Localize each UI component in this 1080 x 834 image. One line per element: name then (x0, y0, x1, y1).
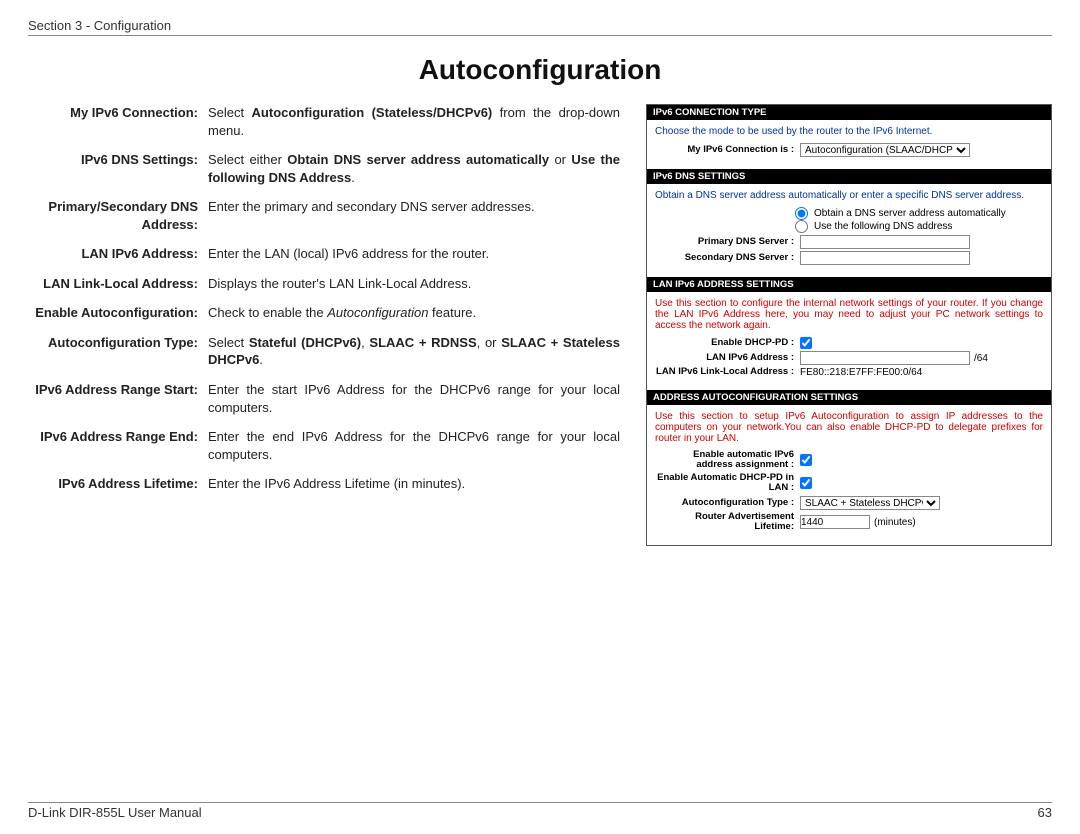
auto-type-select[interactable]: SLAAC + Stateless DHCPv6 (800, 496, 940, 510)
primary-dns-row: Primary DNS Server : (655, 235, 1043, 249)
def-row: LAN Link-Local Address:Displays the rout… (28, 275, 620, 293)
panel-body-dns: Obtain a DNS server address automaticall… (647, 184, 1051, 277)
lan-blurb: Use this section to configure the intern… (655, 298, 1043, 331)
secondary-dns-input[interactable] (800, 251, 970, 265)
auto-lifetime-row: Router Advertisement Lifetime: (minutes) (655, 512, 1043, 533)
auto-enable-checkbox[interactable] (800, 454, 812, 466)
def-row: My IPv6 Connection:Select Autoconfigurat… (28, 104, 620, 139)
primary-dns-label: Primary DNS Server : (655, 237, 800, 247)
auto-lifetime-unit: (minutes) (874, 517, 916, 528)
conn-blurb: Choose the mode to be used by the router… (655, 126, 1043, 137)
def-row: LAN IPv6 Address:Enter the LAN (local) I… (28, 245, 620, 263)
def-term: Autoconfiguration Type: (28, 334, 208, 369)
dns-blurb: Obtain a DNS server address automaticall… (655, 190, 1043, 201)
dns-radio-manual-label: Use the following DNS address (814, 221, 952, 232)
dhcp-pd-label: Enable DHCP-PD : (655, 338, 800, 348)
dns-radio-auto: Obtain a DNS server address automaticall… (795, 207, 1043, 220)
def-term: IPv6 Address Range End: (28, 428, 208, 463)
def-desc: Select either Obtain DNS server address … (208, 151, 620, 186)
def-desc: Select Stateful (DHCPv6), SLAAC + RDNSS,… (208, 334, 620, 369)
def-desc: Displays the router's LAN Link-Local Add… (208, 275, 620, 293)
auto-pd-label: Enable Automatic DHCP-PD in LAN : (655, 473, 800, 494)
router-ui-panel: IPv6 CONNECTION TYPE Choose the mode to … (646, 104, 1052, 546)
lan-addr-input[interactable] (800, 351, 970, 365)
auto-lifetime-label: Router Advertisement Lifetime: (655, 512, 800, 533)
def-term: Enable Autoconfiguration: (28, 304, 208, 322)
panel-header-auto: ADDRESS AUTOCONFIGURATION SETTINGS (647, 390, 1051, 405)
def-row: IPv6 Address Lifetime:Enter the IPv6 Add… (28, 475, 620, 493)
auto-type-label: Autoconfiguration Type : (655, 498, 800, 508)
def-term: My IPv6 Connection: (28, 104, 208, 139)
auto-pd-row: Enable Automatic DHCP-PD in LAN : (655, 473, 1043, 494)
def-desc: Enter the IPv6 Address Lifetime (in minu… (208, 475, 620, 493)
def-term: IPv6 DNS Settings: (28, 151, 208, 186)
def-row: IPv6 Address Range End:Enter the end IPv… (28, 428, 620, 463)
def-row: IPv6 Address Range Start:Enter the start… (28, 381, 620, 416)
conn-select[interactable]: Autoconfiguration (SLAAC/DHCPv6) (800, 143, 970, 157)
def-term: IPv6 Address Range Start: (28, 381, 208, 416)
dns-radio-manual: Use the following DNS address (795, 220, 1043, 233)
lan-addr-suffix: /64 (974, 353, 988, 364)
secondary-dns-row: Secondary DNS Server : (655, 251, 1043, 265)
def-term: LAN IPv6 Address: (28, 245, 208, 263)
auto-type-row: Autoconfiguration Type :SLAAC + Stateles… (655, 496, 1043, 510)
dhcp-pd-row: Enable DHCP-PD : (655, 337, 1043, 349)
def-row: IPv6 DNS Settings:Select either Obtain D… (28, 151, 620, 186)
def-desc: Select Autoconfiguration (Stateless/DHCP… (208, 104, 620, 139)
conn-row: My IPv6 Connection is : Autoconfiguratio… (655, 143, 1043, 157)
lan-ll-label: LAN IPv6 Link-Local Address : (655, 367, 800, 377)
section-header: Section 3 - Configuration (28, 18, 1052, 36)
primary-dns-input[interactable] (800, 235, 970, 249)
lan-addr-row: LAN IPv6 Address : /64 (655, 351, 1043, 365)
lan-ll-value: FE80::218:E7FF:FE00:0/64 (800, 367, 922, 378)
auto-pd-checkbox[interactable] (800, 477, 812, 489)
dns-radio-auto-input[interactable] (795, 207, 808, 220)
def-row: Primary/Secondary DNS Address:Enter the … (28, 198, 620, 233)
def-desc: Enter the LAN (local) IPv6 address for t… (208, 245, 620, 263)
def-term: LAN Link-Local Address: (28, 275, 208, 293)
dns-radio-auto-label: Obtain a DNS server address automaticall… (814, 208, 1006, 219)
lan-addr-label: LAN IPv6 Address : (655, 353, 800, 363)
auto-lifetime-input[interactable] (800, 515, 870, 529)
def-desc: Check to enable the Autoconfiguration fe… (208, 304, 620, 322)
panel-header-lan: LAN IPv6 ADDRESS SETTINGS (647, 277, 1051, 292)
lan-ll-row: LAN IPv6 Link-Local Address :FE80::218:E… (655, 367, 1043, 378)
conn-label: My IPv6 Connection is : (655, 145, 800, 155)
panel-body-lan: Use this section to configure the intern… (647, 292, 1051, 390)
def-term: IPv6 Address Lifetime: (28, 475, 208, 493)
footer-left: D-Link DIR-855L User Manual (28, 805, 202, 820)
def-row: Autoconfiguration Type:Select Stateful (… (28, 334, 620, 369)
panel-body-auto: Use this section to setup IPv6 Autoconfi… (647, 405, 1051, 545)
def-desc: Enter the start IPv6 Address for the DHC… (208, 381, 620, 416)
panel-header-dns: IPv6 DNS SETTINGS (647, 169, 1051, 184)
auto-enable-label: Enable automatic IPv6 address assignment… (655, 450, 800, 471)
def-desc: Enter the primary and secondary DNS serv… (208, 198, 620, 233)
dns-radio-manual-input[interactable] (795, 220, 808, 233)
auto-enable-row: Enable automatic IPv6 address assignment… (655, 450, 1043, 471)
footer: D-Link DIR-855L User Manual 63 (28, 802, 1052, 820)
secondary-dns-label: Secondary DNS Server : (655, 253, 800, 263)
definition-list: My IPv6 Connection:Select Autoconfigurat… (28, 104, 628, 546)
auto-blurb: Use this section to setup IPv6 Autoconfi… (655, 411, 1043, 444)
def-desc: Enter the end IPv6 Address for the DHCPv… (208, 428, 620, 463)
footer-page: 63 (1038, 805, 1052, 820)
def-row: Enable Autoconfiguration:Check to enable… (28, 304, 620, 322)
page-title: Autoconfiguration (28, 54, 1052, 86)
def-term: Primary/Secondary DNS Address: (28, 198, 208, 233)
content-area: My IPv6 Connection:Select Autoconfigurat… (28, 104, 1052, 546)
panel-body-conn: Choose the mode to be used by the router… (647, 120, 1051, 169)
dhcp-pd-checkbox[interactable] (800, 337, 812, 349)
panel-header-conn: IPv6 CONNECTION TYPE (647, 105, 1051, 120)
